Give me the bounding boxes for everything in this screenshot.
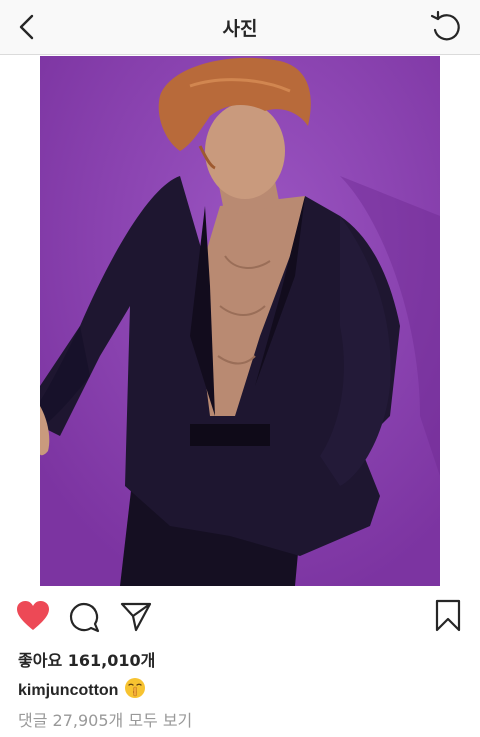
speech-bubble-icon [70,603,100,633]
person-in-suit-image [40,56,440,586]
bookmark-icon [435,599,461,632]
likes-count[interactable]: 좋아요 161,010개 [18,647,155,671]
username[interactable]: kimjuncotton [18,682,118,700]
share-button[interactable] [118,598,154,634]
caption: kimjuncotton [18,677,146,704]
page-title: 사진 [222,17,258,40]
post-photo[interactable] [40,56,440,586]
like-button[interactable] [15,598,51,634]
refresh-icon [430,10,460,41]
post-actions [0,596,480,638]
view-all-comments-link[interactable]: 댓글 27,905개 모두 보기 [18,707,192,731]
top-bar: 사진 [0,0,480,55]
refresh-button[interactable] [428,9,464,45]
save-button[interactable] [430,598,466,634]
paper-plane-icon [120,602,152,632]
heart-filled-icon [17,601,49,630]
comment-button[interactable] [66,598,102,634]
shushing-face-emoji [124,677,146,704]
